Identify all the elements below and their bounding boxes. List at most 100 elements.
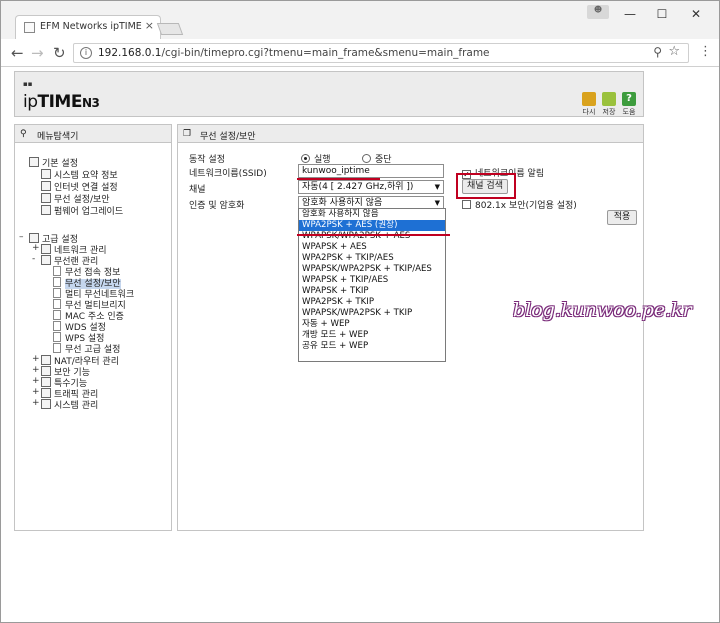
radio-icon — [362, 154, 371, 163]
panel-title: 무선 설정/보안 — [200, 132, 256, 142]
refresh-icon — [582, 92, 596, 106]
page-icon — [53, 266, 61, 276]
page-icon — [53, 310, 61, 320]
page-favicon-icon — [24, 22, 35, 33]
channel-select[interactable]: 자동(4 [ 2.427 GHz,하위 ]) ▼ — [298, 180, 444, 194]
router-icon — [41, 355, 51, 365]
help-button[interactable]: ? 도움 — [620, 92, 638, 117]
radio-selected-icon — [301, 154, 310, 163]
address-bar[interactable]: i 192.168.0.1/cgi-bin/timepro.cgi?tmenu=… — [73, 43, 689, 63]
dropdown-option[interactable]: WPAPSK/WPA2PSK + TKIP — [299, 308, 445, 319]
dropdown-option[interactable]: WPAPSK/WPA2PSK + AES — [299, 231, 445, 242]
new-tab-button[interactable] — [156, 23, 184, 35]
page-icon — [53, 288, 61, 298]
collapse-sign-icon[interactable]: – — [19, 232, 24, 242]
tree-item-system[interactable]: 시스템 관리 — [41, 398, 98, 411]
search-icon: ⚲ — [20, 129, 27, 139]
auth-label: 인증 및 암호화 — [189, 201, 245, 211]
expand-sign-icon[interactable]: + — [32, 365, 40, 375]
gear-icon — [29, 157, 39, 167]
page-icon — [53, 332, 61, 342]
dropdown-option[interactable]: WPAPSK + AES — [299, 242, 445, 253]
ssid-label: 네트워크이름(SSID) — [189, 169, 267, 179]
dropdown-option[interactable]: WPAPSK + TKIP/AES — [299, 275, 445, 286]
gear-icon — [29, 233, 39, 243]
traffic-icon — [41, 388, 51, 398]
apply-button[interactable]: 적용 — [607, 210, 637, 225]
bookmark-star-icon[interactable]: ☆ — [668, 44, 680, 59]
chart-icon — [41, 399, 51, 409]
page-icon — [53, 321, 61, 331]
chart-icon — [41, 169, 51, 179]
dropdown-option[interactable]: WPA2PSK + TKIP/AES — [299, 253, 445, 264]
browser-menu-icon[interactable]: ⋮ — [699, 44, 712, 59]
key-icon[interactable]: ⚲ — [653, 45, 662, 59]
logo-dots-icon: ▪▪ — [23, 80, 33, 88]
menu-explorer-title: 메뉴탐색기 — [37, 132, 79, 142]
expand-sign-icon[interactable]: + — [32, 398, 40, 408]
page-icon — [53, 343, 61, 353]
enterprise-checkbox[interactable]: 802.1x 보안(기업용 설정) — [462, 198, 577, 211]
browser-window: EFM Networks ipTIME N × ☻ — ☐ ✕ ← → ↻ i … — [0, 0, 720, 623]
ssid-input[interactable]: kunwoo_iptime — [298, 164, 444, 178]
help-label: 도움 — [622, 108, 636, 116]
channel-label: 채널 — [189, 185, 206, 195]
upgrade-icon — [41, 205, 51, 215]
network-icon — [41, 244, 51, 254]
tool-icon — [41, 377, 51, 387]
save-icon — [602, 92, 616, 106]
page-icon — [53, 277, 61, 287]
maximize-icon[interactable]: ☐ — [647, 7, 677, 27]
dropdown-option[interactable]: WPA2PSK + TKIP — [299, 297, 445, 308]
save-label: 저장 — [602, 108, 616, 116]
dropdown-option-highlighted[interactable]: WPA2PSK + AES (권장) — [299, 220, 445, 231]
watermark-text: blog.kunwoo.pe.kr — [513, 299, 692, 321]
title-bar: EFM Networks ipTIME N × ☻ — ☐ ✕ — [1, 1, 719, 39]
checkbox-icon — [462, 200, 471, 209]
dropdown-option[interactable]: WPAPSK/WPA2PSK + TKIP/AES — [299, 264, 445, 275]
site-info-icon[interactable]: i — [80, 47, 92, 59]
browser-toolbar: ← → ↻ i 192.168.0.1/cgi-bin/timepro.cgi?… — [1, 39, 719, 67]
browser-tab[interactable]: EFM Networks ipTIME N × — [15, 15, 161, 39]
dropdown-option[interactable]: WPAPSK + TKIP — [299, 286, 445, 297]
window-close-icon[interactable]: ✕ — [681, 7, 711, 27]
minimize-icon[interactable]: — — [615, 7, 645, 27]
help-icon: ? — [622, 92, 636, 106]
mode-label: 동작 설정 — [189, 155, 225, 165]
expand-sign-icon[interactable]: + — [32, 354, 40, 364]
refresh-label: 다시 — [582, 108, 596, 116]
url-text[interactable]: 192.168.0.1/cgi-bin/timepro.cgi?tmenu=ma… — [98, 47, 490, 59]
router-header: ▪▪ ipTIMEN3 다시 저장 ? 도움 — [14, 71, 644, 117]
ssid-underline-annotation — [297, 178, 380, 180]
menu-explorer-header: ⚲ 메뉴탐색기 — [15, 125, 171, 143]
expand-sign-icon[interactable]: + — [32, 243, 40, 253]
channel-search-highlight-box — [456, 173, 516, 199]
url-path: /cgi-bin/timepro.cgi?tmenu=main_frame&sm… — [161, 47, 490, 59]
wireless-icon — [41, 193, 51, 203]
window-icon: ❐ — [183, 129, 192, 139]
expand-sign-icon[interactable]: + — [32, 376, 40, 386]
dropdown-option[interactable]: 개방 모드 + WEP — [299, 330, 445, 341]
forward-icon[interactable]: → — [31, 44, 44, 62]
wireless-icon — [41, 255, 51, 265]
menu-explorer-panel: ⚲ 메뉴탐색기 기본 설정 시스템 요약 정보 인터넷 연결 설정 무선 설정/… — [14, 124, 172, 531]
dropdown-option[interactable]: 자동 + WEP — [299, 319, 445, 330]
reload-icon[interactable]: ↻ — [53, 44, 66, 62]
network-icon — [41, 181, 51, 191]
wpa2-underline-annotation — [297, 234, 450, 236]
expand-sign-icon[interactable]: + — [32, 387, 40, 397]
tree-item-firmware-upgrade[interactable]: 펌웨어 업그레이드 — [41, 204, 123, 217]
dropdown-option[interactable]: 공유 모드 + WEP — [299, 341, 445, 352]
tab-title: EFM Networks ipTIME N — [40, 21, 144, 32]
save-button[interactable]: 저장 — [600, 92, 618, 117]
user-profile-icon[interactable]: ☻ — [587, 5, 609, 19]
lock-icon — [41, 366, 51, 376]
auth-dropdown-list[interactable]: 암호화 사용하지 않음 WPA2PSK + AES (권장) WPAPSK/WP… — [298, 208, 446, 362]
back-icon[interactable]: ← — [11, 44, 24, 62]
dropdown-option[interactable]: 암호화 사용하지 않음 — [299, 209, 445, 220]
url-host: 192.168.0.1 — [98, 47, 162, 59]
wireless-settings-header: ❐ 무선 설정/보안 — [178, 125, 643, 143]
refresh-button[interactable]: 다시 — [580, 92, 598, 117]
collapse-sign-icon[interactable]: - — [32, 254, 35, 264]
tab-close-icon[interactable]: × — [145, 19, 154, 32]
